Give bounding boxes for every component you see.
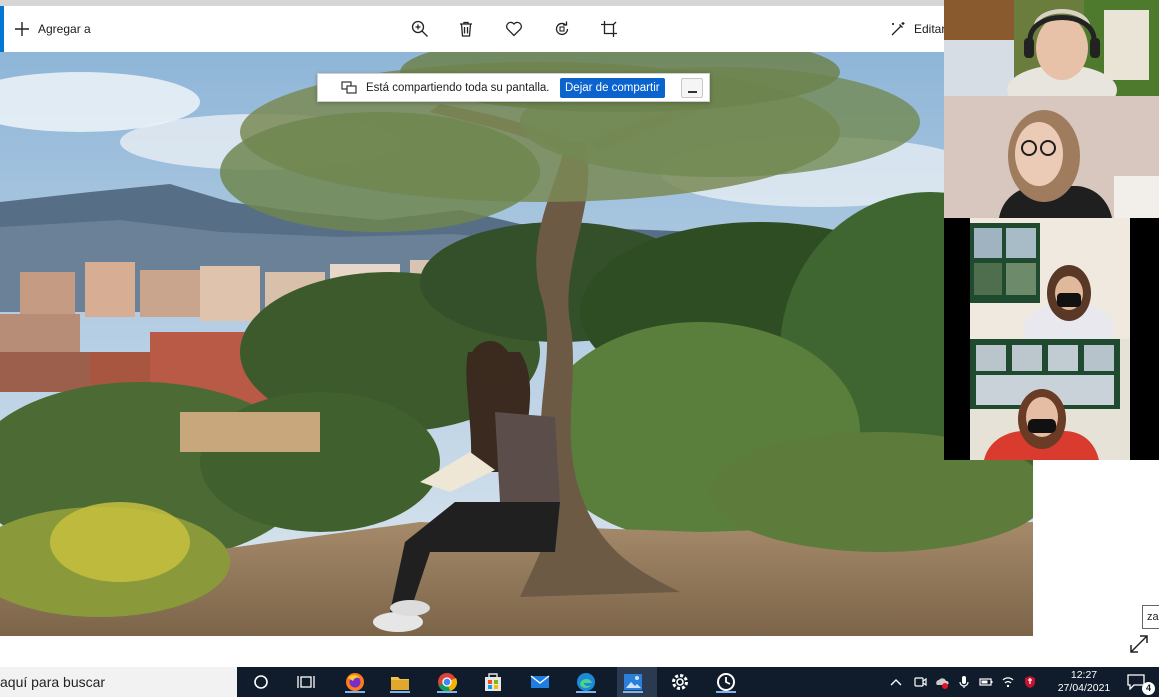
chevron-up-icon[interactable]	[889, 675, 903, 689]
file-explorer-icon[interactable]	[388, 671, 412, 693]
photos-app-icon[interactable]	[621, 671, 645, 693]
stop-sharing-button[interactable]: Dejar de compartir	[560, 78, 665, 98]
participant-video	[944, 218, 1159, 339]
action-center-button[interactable]: 4	[1127, 674, 1155, 695]
edit-magic-icon	[891, 22, 905, 36]
wifi-icon[interactable]	[1001, 675, 1015, 689]
taskbar-search-text: aquí para buscar	[0, 674, 106, 690]
add-to-label: Agregar a	[38, 22, 91, 36]
running-indicator	[576, 691, 596, 693]
taskbar-search[interactable]: aquí para buscar	[0, 667, 237, 697]
clock-time: 12:27	[1070, 669, 1098, 681]
clock-app-icon[interactable]	[714, 671, 738, 693]
heart-icon[interactable]	[503, 18, 525, 40]
microphone-icon[interactable]	[957, 675, 971, 689]
participant-video	[944, 0, 1159, 115]
edit-label: Editar	[914, 22, 946, 36]
add-to-button[interactable]: Agregar a	[14, 18, 91, 40]
video-tile-2[interactable]	[944, 96, 1159, 218]
meet-now-icon[interactable]	[913, 675, 927, 689]
onedrive-error-icon[interactable]	[935, 675, 949, 689]
screen-share-banner: Está compartiendo toda su pantalla. Deja…	[317, 73, 710, 102]
notification-count-badge: 4	[1142, 682, 1155, 695]
screen: Agregar a Editar Está compartiendo toda …	[0, 0, 1159, 697]
firefox-icon[interactable]	[343, 671, 367, 693]
store-icon[interactable]	[481, 671, 505, 693]
taskbar-clock[interactable]: 12:27 27/04/2021	[1049, 669, 1119, 695]
landscape-photo	[0, 52, 1033, 636]
running-indicator	[716, 691, 736, 693]
screen-share-message: Está compartiendo toda su pantalla.	[366, 81, 550, 94]
running-indicator	[390, 691, 410, 693]
screen-share-icon	[341, 80, 357, 94]
taskbar: 12:27 27/04/2021 4	[237, 667, 1159, 697]
minimize-banner-button[interactable]	[681, 78, 703, 98]
video-tile-3[interactable]	[944, 218, 1159, 339]
task-view-icon[interactable]	[294, 671, 318, 693]
settings-icon[interactable]	[668, 671, 692, 693]
edge-icon[interactable]	[574, 671, 598, 693]
clock-date: 27/04/2021	[1057, 682, 1111, 694]
expand-icon[interactable]	[1129, 634, 1149, 654]
battery-icon[interactable]	[979, 675, 993, 689]
running-indicator	[345, 691, 365, 693]
zoom-icon[interactable]	[409, 18, 431, 40]
photo-viewer	[0, 52, 1033, 636]
participant-video	[944, 96, 1159, 218]
mail-icon[interactable]	[528, 671, 552, 693]
plus-icon	[15, 22, 29, 36]
minimize-icon	[688, 91, 697, 93]
participant-video	[944, 339, 1159, 460]
chrome-icon[interactable]	[435, 671, 459, 693]
video-tile-4[interactable]	[944, 339, 1159, 460]
photo-toolbar: Agregar a Editar	[4, 6, 945, 52]
running-indicator	[437, 691, 457, 693]
rotate-icon[interactable]	[551, 18, 573, 40]
running-indicator	[623, 691, 643, 693]
edit-button[interactable]: Editar	[890, 18, 945, 40]
side-hint-box: za	[1142, 605, 1159, 629]
cortana-icon[interactable]	[249, 671, 273, 693]
crop-icon[interactable]	[598, 18, 620, 40]
antivirus-icon[interactable]	[1023, 675, 1037, 689]
trash-icon[interactable]	[455, 18, 477, 40]
